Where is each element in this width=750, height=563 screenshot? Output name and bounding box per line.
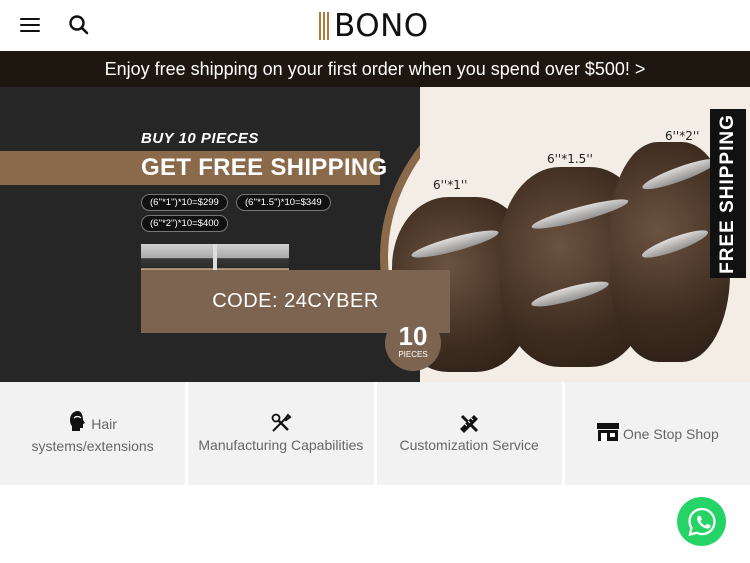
badge-label: PIECES [398,350,428,359]
site-header: BONO [0,0,750,51]
promo-code-label: CODE: 24CYBER [212,290,379,312]
category-customization[interactable]: Customization Service [376,382,562,485]
headline-text: GET FREE SHIPPING [141,154,388,181]
badge-number: 10 [398,321,428,351]
price-pill-3: (6''*2'')*10=$400 [141,215,228,232]
price-pill-1: (6''*1'')*10=$299 [141,194,228,211]
category-label: Hair systems/extensions [31,416,154,454]
logo-mark-icon [318,12,332,40]
category-manufacturing[interactable]: Manufacturing Capabilities [188,382,374,485]
hamburger-menu-icon[interactable] [20,16,40,34]
logo-text: BONO [334,8,429,44]
ruler-pencil-icon [460,414,479,433]
category-one-stop-shop[interactable]: One Stop Shop [564,382,750,485]
hero-banner[interactable]: 6''*1'' 6''*1.5'' 6''*2'' BUY 10 PIECES … [0,87,750,382]
size-label-1: 6''*1'' [433,178,468,192]
category-label: Manufacturing Capabilities [198,436,364,453]
category-tiles: Hair systems/extensions Manufacturing Ca… [0,382,750,485]
store-icon [597,423,619,441]
size-label-2: 6''*1.5'' [547,152,593,166]
free-shipping-side-tag[interactable]: FREE SHIPPING [710,109,746,278]
announcement-bar[interactable]: Enjoy free shipping on your first order … [0,51,750,87]
announcement-text: Enjoy free shipping on your first order … [104,58,646,79]
pieces-badge: 10 PIECES [385,315,441,371]
size-label-3: 6''*2'' [665,129,700,143]
buy-pieces-text: BUY 10 PIECES [141,130,259,147]
price-pill-2: (6''*1.5'')*10=$349 [236,194,331,211]
side-tag-text: FREE SHIPPING [717,113,738,274]
category-label: Customization Service [399,436,539,453]
whatsapp-icon[interactable] [677,497,726,546]
search-icon[interactable] [68,14,90,36]
category-label: One Stop Shop [623,426,719,442]
site-logo[interactable]: BONO [318,6,429,46]
category-hair-systems[interactable]: Hair systems/extensions [0,382,186,485]
hair-head-icon [70,411,86,431]
tools-icon [271,412,292,432]
